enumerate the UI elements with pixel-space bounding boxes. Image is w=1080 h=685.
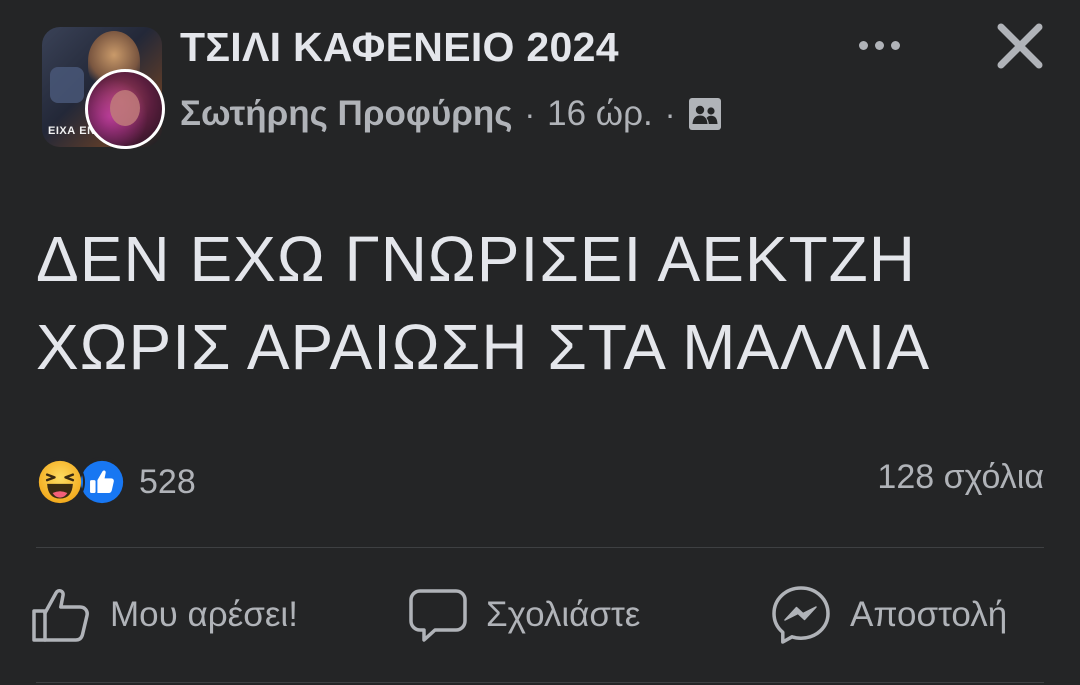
like-button-label: Μου αρέσει! [110, 595, 298, 634]
post-timestamp[interactable]: 16 ώρ. [547, 94, 653, 134]
reactions-summary[interactable]: 528 [35, 456, 196, 508]
post-text-line: ΔΕΝ ΕΧΩ ΓΝΩΡΙΣΕΙ ΑΕΚΤΖΗ [36, 223, 916, 295]
close-button[interactable] [994, 20, 1046, 72]
send-button-label: Αποστολή [850, 595, 1008, 634]
divider [36, 682, 1044, 683]
haha-reaction-icon [35, 457, 85, 507]
post-text-line: ΧΩΡΙΣ ΑΡΑΙΩΣΗ ΣΤΑ ΜΑΛΛΙΑ [36, 311, 931, 383]
more-horizontal-icon-dot [890, 40, 900, 50]
comment-button[interactable]: Σχολιάστε [408, 580, 640, 650]
author-name[interactable]: Σωτήρης Προφύρης [180, 94, 513, 134]
group-avatar-drum [50, 67, 84, 103]
divider [36, 547, 1044, 548]
like-button[interactable]: Μου αρέσει! [30, 580, 298, 650]
messenger-icon [772, 586, 830, 644]
meta-separator: · [664, 95, 676, 132]
thumbs-up-icon [32, 588, 89, 642]
more-horizontal-icon-dot [874, 40, 884, 50]
post-meta: Σωτήρης Προφύρης · 16 ώρ. · [180, 92, 723, 136]
post-card: ΕΙΧΑ ΕΝ ΤΣΙΛΙ ΚΑΦΕΝΕΙΟ 2024 Σωτήρης Προφ… [0, 0, 1080, 685]
post-body: ΔΕΝ ΕΧΩ ΓΝΩΡΙΣΕΙ ΑΕΚΤΖΗ ΧΩΡΙΣ ΑΡΑΙΩΣΗ ΣΤ… [36, 215, 1046, 391]
group-members-icon[interactable] [687, 96, 723, 132]
more-options-button[interactable] [850, 26, 908, 64]
send-button[interactable]: Αποστολή [770, 580, 1007, 650]
group-name[interactable]: ΤΣΙΛΙ ΚΑΦΕΝΕΙΟ 2024 [180, 24, 619, 71]
meta-separator: · [524, 95, 536, 132]
more-horizontal-icon-dot [858, 40, 868, 50]
comment-button-label: Σχολιάστε [486, 595, 641, 634]
close-icon [997, 23, 1043, 69]
author-avatar-photo [110, 90, 140, 126]
post-avatars[interactable]: ΕΙΧΑ ΕΝ [42, 27, 168, 153]
reaction-count: 528 [139, 462, 196, 501]
author-avatar[interactable] [85, 69, 165, 149]
comment-icon [409, 589, 467, 642]
comments-count[interactable]: 128 σχόλια [877, 458, 1044, 497]
